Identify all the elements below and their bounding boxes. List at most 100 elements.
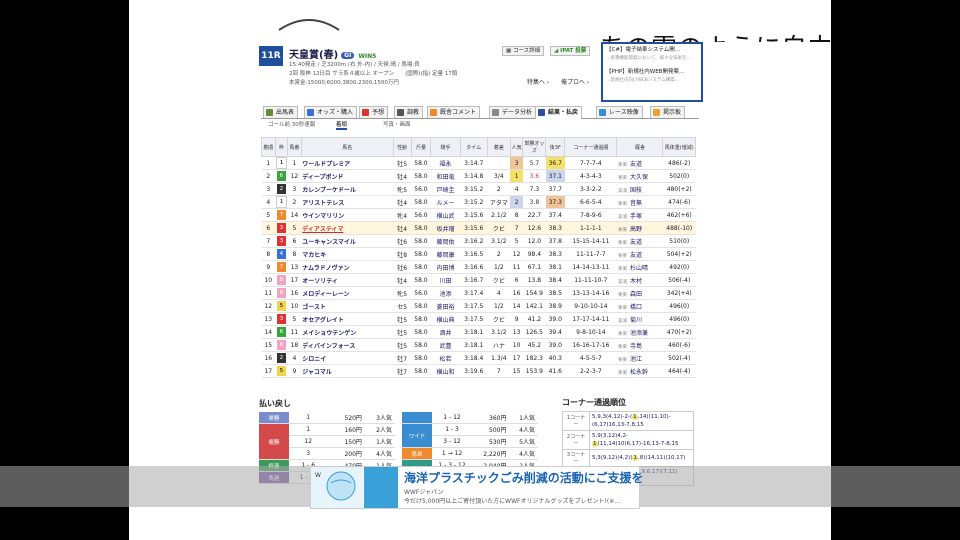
trainer-name[interactable]: 杉山晴 <box>630 265 648 272</box>
cell-name[interactable]: メイショウテンゲン <box>301 325 394 339</box>
trainer-name[interactable]: 友道 <box>630 239 642 246</box>
cell-jock[interactable]: 池添 <box>430 286 461 300</box>
cell-trainer[interactable]: 栗東 松永幹 <box>616 364 663 378</box>
cell-trainer[interactable]: 栗東 池添兼 <box>616 325 663 339</box>
cell-trainer[interactable]: 栗東 森田 <box>616 286 663 300</box>
job-ad-panel[interactable]: 【C#】電子納車システム開… …各種機能開発において、様々な技術を… 【PHP】… <box>601 42 703 102</box>
tab-4[interactable]: 厩舎コメント <box>427 106 481 118</box>
cell-trainer[interactable]: 栗東 橋口 <box>616 299 663 313</box>
race-title: 天皇賞(春) GI WIN5 <box>289 46 376 61</box>
cell-jock[interactable]: 藤岡佑 <box>430 234 461 248</box>
cell-trainer[interactable]: 栗東 音無 <box>616 195 663 209</box>
trainer-name[interactable]: 池添兼 <box>630 330 648 337</box>
cell-trainer[interactable]: 美浦 菊川 <box>616 312 663 326</box>
cell-jock[interactable]: 坂井瑠 <box>430 221 461 235</box>
cell-name[interactable]: ナムラドノヴァン <box>301 260 394 274</box>
tab-2[interactable]: 予想 <box>359 106 389 118</box>
tab-0[interactable]: 出馬表 <box>263 106 299 118</box>
tab-6[interactable]: 結果・払戻 <box>535 106 583 119</box>
cell-jock[interactable]: 福永 <box>430 156 461 170</box>
tab-8[interactable]: 掲示板 <box>650 106 686 118</box>
cell-name[interactable]: メロディーレーン <box>301 286 394 300</box>
cell-name[interactable]: ジャコマル <box>301 364 394 378</box>
cell-name[interactable]: ディバインフォース <box>301 338 394 352</box>
cell-trainer[interactable]: 栗東 友道 <box>616 156 663 170</box>
cell-jock[interactable]: 菱田裕 <box>430 299 461 313</box>
trainer-name[interactable]: 池江 <box>630 356 642 363</box>
cell-jock[interactable]: 酒井 <box>430 325 461 339</box>
table-row: 16 2 4 シロニイ 牡7 58.0 松若 3:18.4 1.3/4 17 182.3 40.3 4-… <box>261 351 696 365</box>
trainer-name[interactable]: 音無 <box>630 200 642 207</box>
tab-3[interactable]: 調教 <box>394 106 424 118</box>
cell-corner: 9-8-10-14 <box>564 325 617 339</box>
cell-weight: 502(-4) <box>662 351 696 365</box>
cell-trainer[interactable]: 栗東 大久保 <box>616 169 663 183</box>
cell-trainer[interactable]: 栗東 寺島 <box>616 338 663 352</box>
cell-name[interactable]: ディアスティマ <box>301 221 394 235</box>
cell-name[interactable]: マカヒキ <box>301 247 394 261</box>
cell-name[interactable]: オーソリティ <box>301 273 394 287</box>
payout-yen: 160円 <box>327 423 365 436</box>
cell-name[interactable]: ゴースト <box>301 299 394 313</box>
tab-1[interactable]: オッズ・購入 <box>304 106 358 118</box>
bottom-ad-banner[interactable]: W 海洋プラスチックごみ削減の活動にご支援を WWFジャパン 今だけ5,000円… <box>310 466 644 509</box>
cell-corner: 2-2-3-7 <box>564 364 617 378</box>
cell-name[interactable]: シロニイ <box>301 351 394 365</box>
trainer-name[interactable]: 友道 <box>630 161 642 168</box>
subtab-goal[interactable]: ゴール前 30秒速報 <box>268 120 315 128</box>
trainer-name[interactable]: 木村 <box>630 278 642 285</box>
trainer-name[interactable]: 手塚 <box>630 213 642 220</box>
trainer-name[interactable]: 寺島 <box>630 343 642 350</box>
job-ad-1[interactable]: 【C#】電子納車システム開… <box>603 44 701 54</box>
cell-jock[interactable]: 横山典 <box>430 312 461 326</box>
cell-jock[interactable]: 内田博 <box>430 260 461 274</box>
cell-jock[interactable]: 藤岡康 <box>430 247 461 261</box>
course-detail-button[interactable]: ▦ コース詳細 <box>502 46 545 56</box>
race-info-line2: 2回 阪神 12日目 サラ系４歳以上 オープン (国際)(指) 定量 17頭 <box>289 71 458 77</box>
cell-corner: 3-3-2-2 <box>564 182 617 196</box>
cell-jock[interactable]: 横山和 <box>430 364 461 378</box>
trainer-name[interactable]: 菊川 <box>630 317 642 324</box>
tokushu-link[interactable]: 特集へ › <box>527 77 549 86</box>
table-row: 5 7 14 ウインマリリン 牝4 56.0 横山武 3:15.6 2.1/2 8 22.7 37.4… <box>261 208 696 222</box>
trainer-name[interactable]: 友道 <box>630 252 642 259</box>
cell-jock[interactable]: ルメー <box>430 195 461 209</box>
subtab-photo[interactable]: 写真・画面 <box>383 120 411 128</box>
cell-name[interactable]: カレンブーケドール <box>301 182 394 196</box>
trainer-name[interactable]: 大久保 <box>630 174 648 181</box>
tab-7[interactable]: レース映像 <box>596 106 643 118</box>
bottom-ad-headline[interactable]: 海洋プラスチックごみ削減の活動にご支援を <box>404 469 644 486</box>
trainer-name[interactable]: 高野 <box>630 226 642 233</box>
cell-jock[interactable]: 横山武 <box>430 208 461 222</box>
cell-trainer[interactable]: 栗東 友道 <box>616 234 663 248</box>
cell-trainer[interactable]: 栗東 池江 <box>616 351 663 365</box>
cell-jock[interactable]: 戸崎圭 <box>430 182 461 196</box>
cell-name[interactable]: ウインマリリン <box>301 208 394 222</box>
cell-name[interactable]: ユーキャンスマイル <box>301 234 394 248</box>
job-ad-2[interactable]: 【PHP】新規社内WEB開発案… <box>603 66 701 76</box>
cell-jock[interactable]: 武豊 <box>430 338 461 352</box>
cell-jock[interactable]: 松若 <box>430 351 461 365</box>
cell-trainer[interactable]: 栗東 高野 <box>616 221 663 235</box>
yoso-link[interactable]: 俺プロへ › <box>561 77 589 86</box>
tab-5[interactable]: データ分析 <box>489 106 537 118</box>
cell-name[interactable]: ワールドプレミア <box>301 156 394 170</box>
subtab-order[interactable]: 着順 <box>336 120 348 130</box>
cell-name[interactable]: オセアグレイト <box>301 312 394 326</box>
ipat-button[interactable]: ◢ IPAT 投票 <box>550 46 591 56</box>
trainer-name[interactable]: 国枝 <box>630 187 642 194</box>
trainer-name[interactable]: 橋口 <box>630 304 642 311</box>
cell-trainer[interactable]: 美浦 木村 <box>616 273 663 287</box>
cell-trainer[interactable]: 美浦 国枝 <box>616 182 663 196</box>
cell-trainer[interactable]: 美浦 手塚 <box>616 208 663 222</box>
cell-name[interactable]: ディープボンド <box>301 169 394 183</box>
cell-odds: 3.8 <box>522 195 546 209</box>
cell-jock[interactable]: 和田竜 <box>430 169 461 183</box>
trainer-name[interactable]: 森田 <box>630 291 642 298</box>
cell-trainer[interactable]: 栗東 杉山晴 <box>616 260 663 274</box>
cell-jock[interactable]: 川田 <box>430 273 461 287</box>
cell-name[interactable]: アリストテレス <box>301 195 394 209</box>
trainer-name[interactable]: 松永幹 <box>630 369 648 376</box>
waku-badge: 8 <box>276 275 286 285</box>
cell-trainer[interactable]: 栗東 友道 <box>616 247 663 261</box>
